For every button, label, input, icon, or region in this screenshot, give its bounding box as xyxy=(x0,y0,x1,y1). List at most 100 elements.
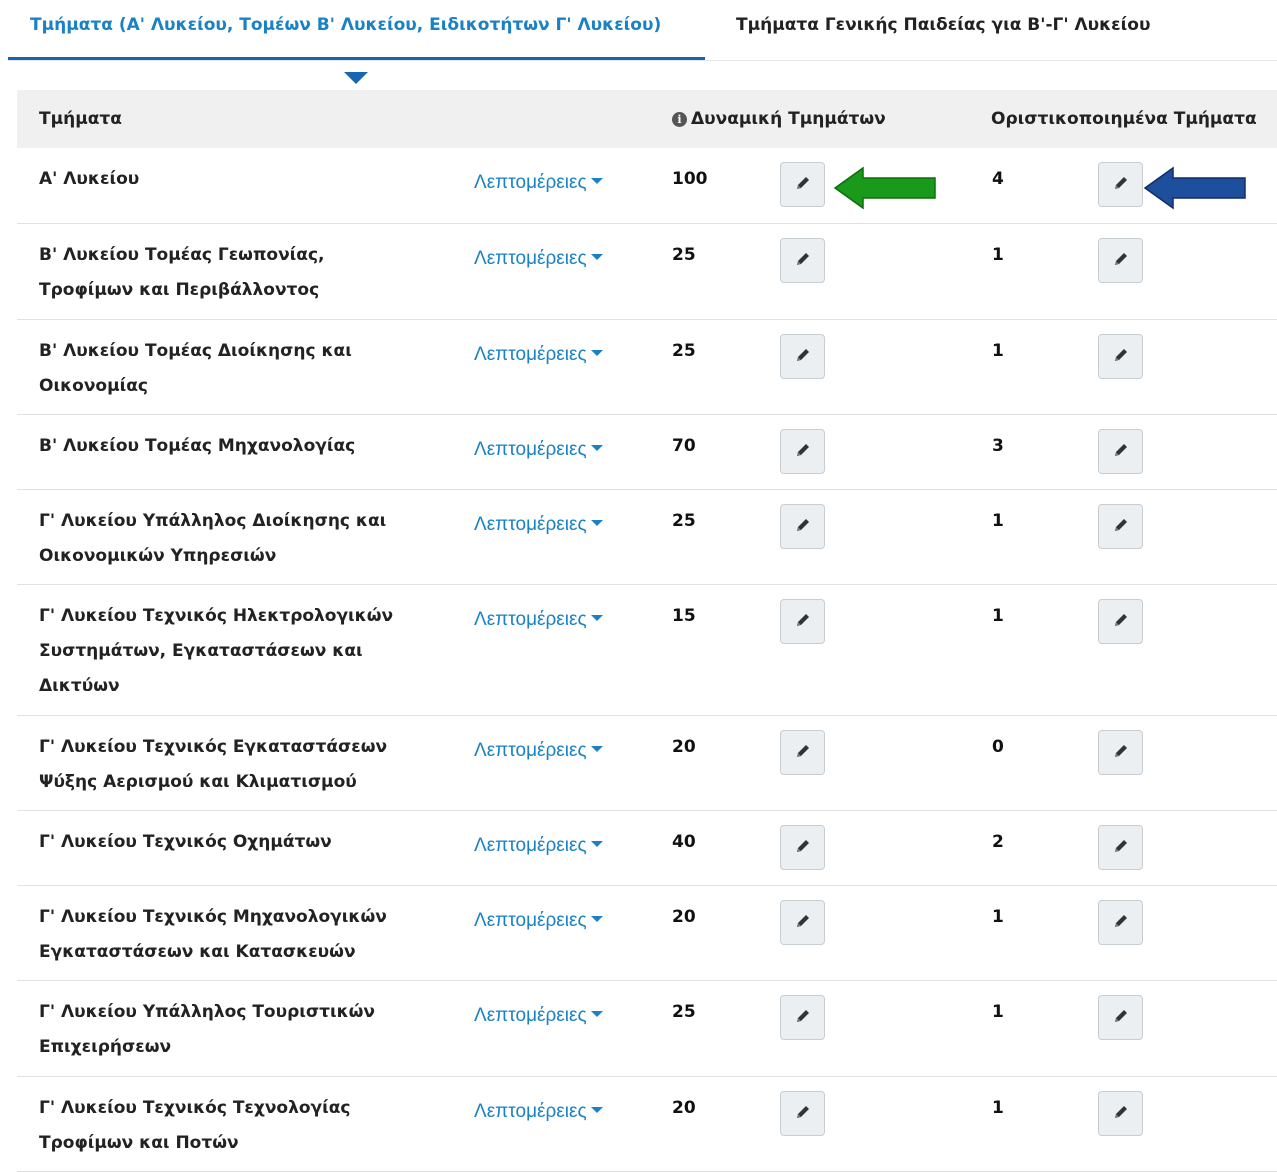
edit-finalized-button[interactable] xyxy=(1098,730,1143,775)
edit-capacity-button[interactable] xyxy=(780,1091,825,1136)
edit-capacity-button[interactable] xyxy=(780,162,825,207)
edit-finalized-button[interactable] xyxy=(1098,900,1143,945)
edit-capacity-button[interactable] xyxy=(780,825,825,870)
table-row: Β' Λυκείου Τομέας Μηχανολογίας Λεπτομέρει… xyxy=(17,415,1277,490)
details-label: Λεπτομέρειες xyxy=(474,835,587,856)
finalized-value: 0 xyxy=(992,737,1004,757)
info-icon[interactable]: i xyxy=(672,112,687,127)
capacity-value: 25 xyxy=(672,1002,696,1022)
header-capacity: i Δυναμική Τμημάτων xyxy=(672,90,886,148)
edit-finalized-button[interactable] xyxy=(1098,162,1143,207)
edit-capacity-button[interactable] xyxy=(780,429,825,474)
caret-down-icon xyxy=(590,841,603,847)
table-row: Γ' Λυκείου Τεχνικός Ηλεκτρολογικών Συστη… xyxy=(17,585,1277,716)
edit-capacity-button[interactable] xyxy=(780,995,825,1040)
section-name: Γ' Λυκείου Υπάλληλος Διοίκησης και Οικον… xyxy=(39,511,387,566)
caret-down-icon xyxy=(590,445,603,451)
edit-capacity-button[interactable] xyxy=(780,334,825,379)
edit-finalized-button[interactable] xyxy=(1098,599,1143,644)
capacity-value: 20 xyxy=(672,907,696,927)
active-tab-caret-icon xyxy=(344,72,368,84)
details-dropdown[interactable]: Λεπτομέρειες xyxy=(474,831,603,861)
details-dropdown[interactable]: Λεπτομέρειες xyxy=(474,736,603,766)
details-label: Λεπτομέρειες xyxy=(474,439,587,460)
tab-bar: Τμήματα (Α' Λυκείου, Τομέων Β' Λυκείου, … xyxy=(8,0,1277,61)
caret-down-icon xyxy=(590,1107,603,1113)
pencil-icon xyxy=(795,913,811,933)
details-dropdown[interactable]: Λεπτομέρειες xyxy=(474,605,603,635)
pencil-icon xyxy=(795,251,811,271)
capacity-value: 70 xyxy=(672,436,696,456)
header-capacity-label: Δυναμική Τμημάτων xyxy=(691,109,886,129)
table-row: Α' Λυκείου Λεπτομέρειες 100 4 xyxy=(17,148,1277,224)
table-row: Γ' Λυκείου Τεχνικός Τεχνολογίας Τροφίμων… xyxy=(17,1077,1277,1172)
pencil-icon xyxy=(1113,1008,1129,1028)
pencil-icon xyxy=(795,1104,811,1124)
edit-finalized-button[interactable] xyxy=(1098,334,1143,379)
edit-capacity-button[interactable] xyxy=(780,730,825,775)
table-row: Γ' Λυκείου Τεχνικός Εγκαταστάσεων Ψύξης … xyxy=(17,716,1277,811)
pencil-icon xyxy=(1113,913,1129,933)
edit-finalized-button[interactable] xyxy=(1098,429,1143,474)
pencil-icon xyxy=(1113,1104,1129,1124)
caret-down-icon xyxy=(590,1011,603,1017)
pencil-icon xyxy=(795,347,811,367)
details-dropdown[interactable]: Λεπτομέρειες xyxy=(474,244,603,274)
edit-finalized-button[interactable] xyxy=(1098,238,1143,283)
details-dropdown[interactable]: Λεπτομέρειες xyxy=(474,906,603,936)
header-finalized: Οριστικοποιημένα Τμήματα xyxy=(991,109,1257,129)
details-label: Λεπτομέρειες xyxy=(474,344,587,365)
details-label: Λεπτομέρειες xyxy=(474,1101,587,1122)
capacity-value: 25 xyxy=(672,511,696,531)
pencil-icon xyxy=(1113,175,1129,195)
section-name: Γ' Λυκείου Τεχνικός Τεχνολογίας Τροφίμων… xyxy=(39,1098,351,1153)
section-name: Α' Λυκείου xyxy=(39,169,140,189)
pencil-icon xyxy=(795,517,811,537)
edit-finalized-button[interactable] xyxy=(1098,825,1143,870)
caret-down-icon xyxy=(590,746,603,752)
section-name: Β' Λυκείου Τομέας Διοίκησης και Οικονομί… xyxy=(39,341,352,396)
details-label: Λεπτομέρειες xyxy=(474,172,587,193)
capacity-value: 20 xyxy=(672,1098,696,1118)
caret-down-icon xyxy=(590,254,603,260)
table-row: Γ' Λυκείου Υπάλληλος Διοίκησης και Οικον… xyxy=(17,490,1277,585)
edit-capacity-button[interactable] xyxy=(780,504,825,549)
pencil-icon xyxy=(795,612,811,632)
finalized-value: 2 xyxy=(992,832,1004,852)
finalized-value: 1 xyxy=(992,341,1004,361)
finalized-value: 1 xyxy=(992,907,1004,927)
edit-capacity-button[interactable] xyxy=(780,238,825,283)
caret-down-icon xyxy=(590,178,603,184)
edit-finalized-button[interactable] xyxy=(1098,1091,1143,1136)
table-row: Β' Λυκείου Τομέας Γεωπονίας, Τροφίμων κα… xyxy=(17,224,1277,320)
edit-capacity-button[interactable] xyxy=(780,599,825,644)
details-dropdown[interactable]: Λεπτομέρειες xyxy=(474,1001,603,1031)
section-name: Γ' Λυκείου Υπάλληλος Τουριστικών Επιχειρ… xyxy=(39,1002,376,1057)
details-label: Λεπτομέρειες xyxy=(474,910,587,931)
table-row: Γ' Λυκείου Υπάλληλος Τουριστικών Επιχειρ… xyxy=(17,981,1277,1077)
capacity-value: 100 xyxy=(672,169,708,189)
section-name: Γ' Λυκείου Τεχνικός Εγκαταστάσεων Ψύξης … xyxy=(39,737,388,792)
table-row: Β' Λυκείου Τομέας Διοίκησης και Οικονομί… xyxy=(17,320,1277,415)
tab-general-education[interactable]: Τμήματα Γενικής Παιδείας για Β'-Γ' Λυκεί… xyxy=(736,0,1150,60)
finalized-value: 4 xyxy=(992,169,1004,189)
edit-capacity-button[interactable] xyxy=(780,900,825,945)
capacity-value: 15 xyxy=(672,606,696,626)
caret-down-icon xyxy=(590,350,603,356)
edit-finalized-button[interactable] xyxy=(1098,504,1143,549)
capacity-value: 20 xyxy=(672,737,696,757)
details-dropdown[interactable]: Λεπτομέρειες xyxy=(474,510,603,540)
details-dropdown[interactable]: Λεπτομέρειες xyxy=(474,1097,603,1127)
details-dropdown[interactable]: Λεπτομέρειες xyxy=(474,340,603,370)
details-label: Λεπτομέρειες xyxy=(474,514,587,535)
details-label: Λεπτομέρειες xyxy=(474,1005,587,1026)
table-row: Γ' Λυκείου Τεχνικός Οχημάτων Λεπτομέρειες… xyxy=(17,811,1277,886)
details-dropdown[interactable]: Λεπτομέρειες xyxy=(474,168,603,198)
details-dropdown[interactable]: Λεπτομέρειες xyxy=(474,435,603,465)
section-name: Β' Λυκείου Τομέας Μηχανολογίας xyxy=(39,436,356,456)
tab-sections[interactable]: Τμήματα (Α' Λυκείου, Τομέων Β' Λυκείου, … xyxy=(8,0,705,60)
header-sections: Τμήματα xyxy=(39,109,122,129)
details-label: Λεπτομέρειες xyxy=(474,740,587,761)
pencil-icon xyxy=(1113,251,1129,271)
edit-finalized-button[interactable] xyxy=(1098,995,1143,1040)
